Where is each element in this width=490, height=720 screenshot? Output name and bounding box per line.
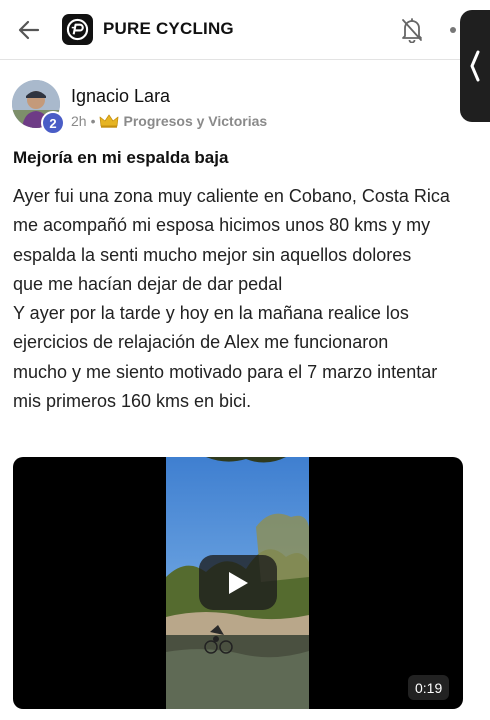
author-name[interactable]: Ignacio Lara (71, 86, 170, 107)
post-category[interactable]: Progresos y Victorias (123, 113, 267, 129)
top-app-bar: PURE CYCLING (0, 0, 490, 60)
post-body-line: me acompañó mi esposa hicimos unos 80 km… (13, 215, 431, 236)
play-button[interactable] (199, 555, 277, 610)
more-options-button[interactable] (450, 27, 456, 33)
post-meta: 2h • Progresos y Victorias (71, 113, 267, 129)
post-body-line: Ayer fui una zona muy caliente en Cobano… (13, 186, 450, 206)
back-button[interactable] (14, 15, 44, 45)
side-panel-toggle[interactable] (460, 10, 490, 122)
crown-icon (100, 114, 119, 128)
post-title: Mejoría en mi espalda baja (13, 148, 229, 167)
play-icon (229, 571, 248, 594)
chevron-left-icon (470, 50, 480, 82)
app-title: PURE CYCLING (103, 19, 234, 38)
post-body-line: Y ayer por la tarde y hoy en la mañana r… (13, 303, 409, 324)
video-duration: 0:19 (408, 675, 450, 700)
arrow-left-icon (18, 20, 40, 40)
pure-cycling-logo-icon (66, 18, 89, 41)
post-body-line: que me hacían dejar de dar pedal (13, 273, 283, 294)
post-body-line: ejercicios de relajación de Alex me func… (13, 332, 389, 353)
post-body: Ayer fui una zona muy caliente en Cobano… (13, 182, 483, 416)
post-body-line: espalda la senti mucho mejor sin aquello… (13, 244, 412, 265)
meta-separator: • (90, 113, 96, 129)
video-player[interactable]: 0:19 (13, 457, 463, 709)
bell-muted-icon (402, 18, 422, 43)
level-badge: 2 (41, 111, 65, 135)
notifications-button[interactable] (398, 15, 426, 45)
post-time: 2h (71, 113, 87, 129)
app-logo[interactable] (62, 14, 93, 45)
post-body-line: mis primeros 160 kms en bici. (13, 391, 252, 412)
post-body-line: mucho y me siento motivado para el 7 mar… (13, 361, 438, 382)
